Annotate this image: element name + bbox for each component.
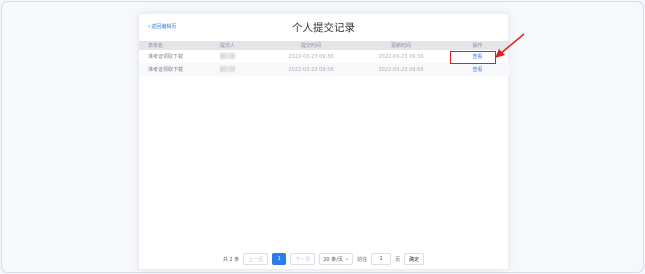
page-size-value: 20 条/页	[323, 256, 343, 263]
header-action: 操作	[472, 43, 483, 49]
prev-page-button[interactable]: 上一页	[243, 253, 269, 265]
annotation-highlight-box	[450, 51, 496, 64]
cell-form-name: 准考证领取下载	[148, 54, 184, 60]
cell-action: 查看	[445, 63, 510, 76]
cell-update-time: 2022-03-23 09:56	[378, 66, 424, 73]
pagination-total: 共 2 条	[222, 256, 240, 263]
next-page-button[interactable]: 下一页	[290, 253, 316, 265]
cell-submit-time: 2022-03-23 09:56	[288, 66, 334, 73]
page-unit-label: 页	[395, 256, 401, 263]
cell-submit-time: 2022-03-23 09:30	[288, 53, 334, 60]
header-update-time: 更新时间	[390, 43, 411, 49]
header-form-name: 表单名	[148, 43, 164, 49]
table-row: 准考证领取下载 2022-03-23 09:56 2022-03-23 09:5…	[139, 63, 510, 76]
header-submitter: 提交人	[220, 43, 236, 49]
page-title: 个人提交记录	[292, 22, 355, 34]
page-number-button[interactable]: 1	[272, 253, 287, 265]
redacted-submitter	[220, 66, 235, 73]
submission-record-panel: ‹ 返回编辑页 个人提交记录 表单名 提交人 提交时间 更新时间 操作 准考证领…	[138, 13, 510, 270]
goto-page-input[interactable]: 1	[371, 253, 392, 265]
cell-update-time: 2022-03-23 09:30	[378, 53, 424, 60]
cell-submitter	[205, 63, 265, 76]
page-size-select[interactable]: 20 条/页 ⌄	[319, 253, 354, 265]
confirm-button[interactable]: 确定	[404, 253, 425, 265]
cell-submitter	[205, 50, 265, 63]
goto-label: 前往	[357, 256, 368, 263]
view-button[interactable]: 查看	[472, 67, 482, 73]
table-header-row: 表单名 提交人 提交时间 更新时间 操作	[139, 41, 510, 50]
header-submit-time: 提交时间	[300, 43, 321, 49]
chevron-down-icon: ⌄	[344, 256, 350, 262]
pagination: 共 2 条 上一页 1 下一页 20 条/页 ⌄ 前往 1 页 确定	[139, 253, 508, 265]
redacted-submitter	[220, 53, 235, 60]
cell-form-name: 准考证领取下载	[148, 67, 184, 73]
